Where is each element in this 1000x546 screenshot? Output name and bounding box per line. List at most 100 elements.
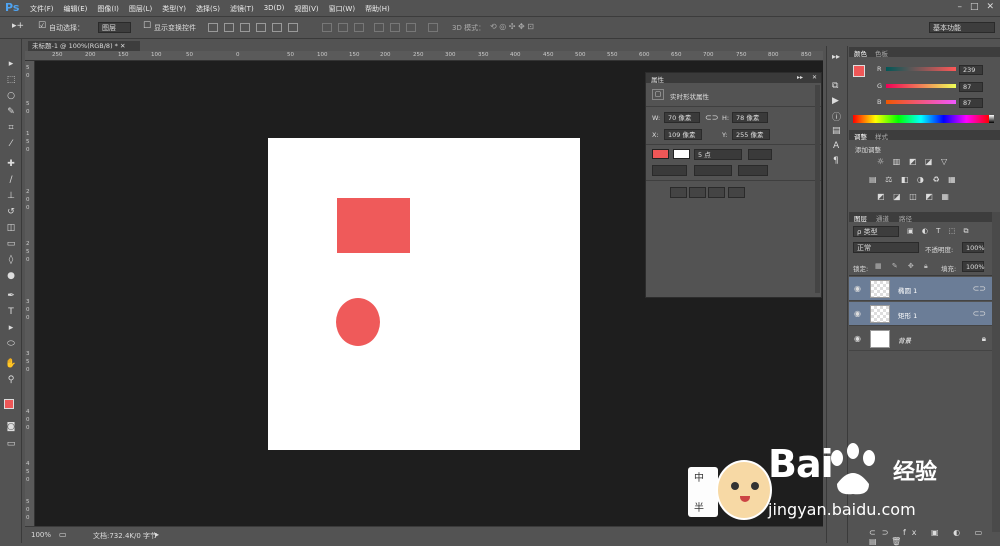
workspace-dropdown[interactable]: 基本功能 (929, 22, 995, 33)
blur-tool-icon[interactable]: ◊ (5, 255, 17, 265)
move-tool-icon[interactable]: ▸+ (12, 21, 24, 31)
move-tool-icon[interactable]: ▸ (5, 59, 17, 69)
lasso-tool-icon[interactable]: ○ (5, 91, 17, 101)
align-left-icon[interactable] (256, 23, 266, 32)
screen-mode-icon[interactable]: ▭ (5, 439, 17, 449)
tab-swatches[interactable]: 色板 (875, 48, 888, 58)
menu-type[interactable]: 类型(Y) (162, 4, 186, 14)
zoom-tool-icon[interactable]: ⚲ (5, 375, 17, 385)
panel-collapse-icon[interactable]: ▸▸ (797, 74, 803, 81)
quick-mask-icon[interactable]: ◙ (5, 422, 17, 432)
caps-dropdown[interactable] (694, 165, 732, 176)
align-stroke-dropdown[interactable] (652, 165, 687, 176)
rectangle-shape[interactable] (337, 198, 410, 253)
history-icon[interactable]: ⧉ (832, 81, 838, 91)
align-top-icon[interactable] (208, 23, 218, 32)
color-fg-swatch[interactable] (853, 65, 865, 77)
intersect-shape-icon[interactable] (708, 187, 725, 198)
align-vcenter-icon[interactable] (224, 23, 234, 32)
spectrum-bar[interactable] (853, 115, 989, 123)
marquee-tool-icon[interactable]: ⬚ (5, 75, 17, 85)
layers-scrollbar[interactable] (992, 212, 1000, 532)
tab-layers[interactable]: 图层 (854, 213, 867, 223)
menu-layer[interactable]: 图层(L) (129, 4, 152, 14)
dodge-tool-icon[interactable]: ● (5, 271, 17, 281)
layer-name[interactable]: 背景 (898, 335, 911, 345)
healing-brush-icon[interactable]: ✚ (5, 159, 17, 169)
r-slider[interactable] (886, 67, 956, 71)
ellipse-tool-icon[interactable]: ⬭ (5, 339, 17, 349)
menu-edit[interactable]: 编辑(E) (64, 4, 88, 14)
distribute-top-icon[interactable] (322, 23, 332, 32)
layer-filter-dropdown[interactable]: ρ 类型 (853, 226, 899, 237)
visibility-eye-icon[interactable]: ◉ (854, 309, 861, 318)
blend-mode-dropdown[interactable]: 正常 (853, 242, 919, 253)
x-field[interactable]: 109 像素 (664, 129, 702, 140)
b-slider[interactable] (886, 100, 956, 104)
b-value[interactable]: 87 (959, 98, 983, 108)
clone-stamp-icon[interactable]: ⊥ (5, 191, 17, 201)
width-field[interactable]: 70 像素 (664, 112, 700, 123)
combine-shapes-icon[interactable] (670, 187, 687, 198)
align-bottom-icon[interactable] (240, 23, 250, 32)
stroke-swatch[interactable] (673, 149, 690, 159)
y-field[interactable]: 255 像素 (732, 129, 770, 140)
link-icon[interactable]: ⊂⊃ (705, 113, 718, 122)
path-select-icon[interactable]: ▸ (5, 323, 17, 333)
adjustment-icons-row-1[interactable]: ☼ ▥ ◩ ◪ ▽ (877, 157, 950, 166)
panel-close-icon[interactable]: ✕ (812, 74, 817, 81)
eraser-tool-icon[interactable]: ◫ (5, 223, 17, 233)
hand-tool-icon[interactable]: ✋ (5, 359, 17, 369)
auto-align-icon[interactable] (428, 23, 438, 32)
menu-image[interactable]: 图像(I) (97, 4, 119, 14)
auto-select-dropdown[interactable]: 图层 (98, 22, 131, 33)
layer-name[interactable]: 椭圆 1 (898, 285, 917, 295)
layer-row-ellipse[interactable]: ◉ 椭圆 1 ⊂⊃ (849, 277, 992, 301)
distribute-bottom-icon[interactable] (354, 23, 364, 32)
layer-row-rectangle[interactable]: ◉ 矩形 1 ⊂⊃ (849, 302, 992, 326)
tab-channels[interactable]: 通道 (876, 213, 889, 223)
stroke-size-field[interactable]: 5 点 (694, 149, 742, 160)
ellipse-shape[interactable] (336, 298, 380, 346)
layer-filter-icons[interactable]: ▣ ◐ T ⬚ ⧉ (907, 227, 972, 236)
adjustment-icons-row-3[interactable]: ◩ ◪ ◫ ◩ ▦ (877, 192, 952, 201)
distribute-vcenter-icon[interactable] (338, 23, 348, 32)
tab-paths[interactable]: 路径 (899, 213, 912, 223)
visibility-eye-icon[interactable]: ◉ (854, 284, 861, 293)
layer-link-icon[interactable]: ⊂⊃ (973, 284, 986, 293)
menu-3d[interactable]: 3D(D) (264, 4, 285, 14)
corners-dropdown[interactable] (738, 165, 768, 176)
menu-filter[interactable]: 滤镜(T) (230, 4, 254, 14)
fill-field[interactable]: 100% (962, 261, 985, 272)
align-hcenter-icon[interactable] (272, 23, 282, 32)
lock-icons[interactable]: ▦ ✎ ✥ 🔒︎ (875, 262, 932, 271)
properties-icon[interactable]: ▤ (832, 126, 841, 136)
minimize-icon[interactable]: – (957, 2, 962, 12)
history-brush-icon[interactable]: ↺ (5, 207, 17, 217)
document-tab[interactable]: 未标题-1 @ 100%(RGB/8) * ✕ (28, 41, 140, 51)
properties-scrollbar[interactable] (815, 85, 820, 293)
maximize-icon[interactable]: □ (970, 2, 979, 12)
foreground-color-swatch[interactable] (4, 399, 14, 409)
tab-close-icon[interactable]: ✕ (120, 42, 125, 50)
g-value[interactable]: 87 (959, 82, 983, 92)
distribute-left-icon[interactable] (374, 23, 384, 32)
zoom-level[interactable]: 100% (31, 531, 51, 539)
checkbox-show-transform[interactable]: ☐ (143, 21, 151, 31)
grayscale-bar[interactable] (989, 115, 994, 123)
type-tool-icon[interactable]: T (5, 307, 17, 317)
quick-select-tool-icon[interactable]: ✎ (5, 107, 17, 117)
tab-color[interactable]: 颜色 (854, 48, 867, 58)
info-icon[interactable]: ⓘ (832, 110, 841, 123)
status-menu-icon[interactable]: ▭ (59, 530, 67, 539)
fill-swatch[interactable] (652, 149, 669, 159)
pen-tool-icon[interactable]: ✒ (5, 291, 17, 301)
paragraph-icon[interactable]: ¶ (833, 156, 839, 166)
layer-bottom-icons[interactable]: ⊂⊃ fx ▣ ◐ ▭ ▤ 🗑︎ (869, 528, 1000, 546)
close-icon[interactable]: ✕ (986, 2, 994, 12)
visibility-eye-icon[interactable]: ◉ (854, 334, 861, 343)
distribute-hcenter-icon[interactable] (390, 23, 400, 32)
g-slider[interactable] (886, 84, 956, 88)
brush-tool-icon[interactable]: ∕ (5, 175, 17, 185)
menu-select[interactable]: 选择(S) (196, 4, 220, 14)
